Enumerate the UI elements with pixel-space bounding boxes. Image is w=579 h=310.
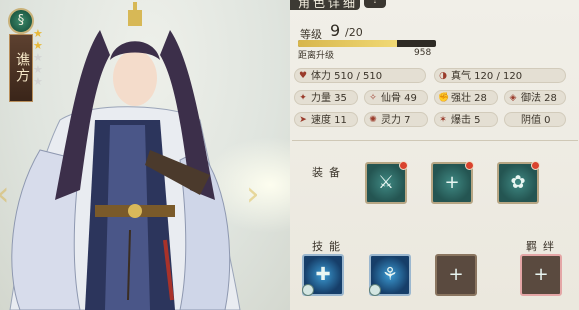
stat-text: 真气 120 / 120 [451, 71, 523, 82]
stat-text: 御法 28 [521, 93, 557, 104]
stat-9: 阴值 0 [504, 112, 566, 127]
xp-value: 958 [414, 48, 432, 58]
stat-text: 速度 11 [311, 115, 347, 126]
stat-2: ✦ 力量 35 [294, 90, 358, 105]
equipment-slot-2[interactable]: ✿ [497, 161, 540, 204]
fist-icon: ✊ [438, 93, 450, 103]
skill-slot-2[interactable]: + [435, 254, 477, 296]
stat-3: ✧ 仙骨 49 [364, 90, 428, 105]
plus-icon: + [444, 172, 460, 193]
faction-emblem-icon: § [8, 8, 34, 34]
equipment-slot-1[interactable]: + [431, 161, 474, 204]
skill-slot-0[interactable]: ✚ [302, 254, 344, 296]
stats-grid: ♥ 体力 510 / 510 ◑ 真气 120 / 120 ✦ 力量 35 ✧ 仙骨 49 ✊ 强… [294, 68, 570, 132]
power-icon: ✦ [299, 93, 307, 103]
equipment-label: 装备 [312, 166, 346, 179]
stat-text: 力量 35 [311, 93, 347, 104]
info-button[interactable]: ! [364, 0, 386, 8]
xp-label: 距离升级 [298, 51, 335, 61]
stat-text: 强壮 28 [451, 93, 487, 104]
stat-text: 灵力 7 [381, 115, 411, 126]
character-detail-screen: § 谯方 ★★★★★ ‹ › 角色详细 ! 等级 9 /20 距离升级 958 … [0, 0, 579, 310]
skill-type-badge-icon [369, 284, 381, 296]
stat-7: ✺ 灵力 7 [364, 112, 428, 127]
hero-portrait-area: § 谯方 ★★★★★ ‹ › [0, 0, 290, 310]
plus-icon: + [533, 264, 549, 285]
level-max: /20 [345, 26, 363, 39]
star-icon: ★ [33, 75, 43, 88]
stat-6: ➤ 速度 11 [294, 112, 358, 127]
section-divider [292, 140, 578, 141]
stat-8: ✶ 爆击 5 [434, 112, 498, 127]
skill-type-badge-icon [302, 284, 314, 296]
yin-icon [508, 115, 518, 125]
hero-name: 谯方 [9, 34, 33, 102]
xp-progress-bar [298, 40, 436, 47]
alert-dot-icon [531, 161, 540, 170]
bond-slot[interactable]: + [520, 254, 562, 296]
stat-1: ◑ 真气 120 / 120 [434, 68, 566, 83]
plus-icon: + [448, 264, 464, 285]
previous-hero-arrow-icon[interactable]: ‹ [0, 174, 18, 214]
stat-0: ♥ 体力 510 / 510 [294, 68, 426, 83]
stat-text: 爆击 5 [451, 115, 481, 126]
bond-label: 羁绊 [526, 240, 560, 253]
sword-icon: ⚔ [377, 172, 395, 193]
stat-4: ✊ 强壮 28 [434, 90, 498, 105]
heart-icon: ♥ [298, 71, 308, 81]
level-value: 9 [330, 21, 341, 40]
hero-star-rating: ★ ★ ★ ★ ★ [33, 28, 47, 88]
soul-icon: ✺ [369, 115, 377, 125]
stat-5: ◈ 御法 28 [504, 90, 566, 105]
stat-text: 仙骨 49 [381, 93, 417, 104]
bone-icon: ✧ [369, 93, 377, 103]
alert-dot-icon [399, 161, 408, 170]
next-hero-arrow-icon[interactable]: › [246, 174, 268, 214]
flower-icon: ✿ [510, 172, 526, 193]
panel-title: 角色详细 [298, 0, 359, 10]
stat-text: 体力 510 / 510 [311, 71, 383, 82]
speed-icon: ➤ [299, 115, 307, 125]
xp-progress-fill [298, 40, 398, 47]
spirit-icon: ◑ [439, 71, 447, 81]
stat-text: 阴值 0 [521, 115, 551, 126]
equipment-slot-0[interactable]: ⚔ [365, 161, 408, 204]
crit-icon: ✶ [439, 115, 447, 125]
alert-dot-icon [465, 161, 474, 170]
skills-label: 技能 [312, 240, 346, 253]
skill-slot-1[interactable]: ⚘ [369, 254, 411, 296]
magic-icon: ◈ [509, 93, 517, 103]
